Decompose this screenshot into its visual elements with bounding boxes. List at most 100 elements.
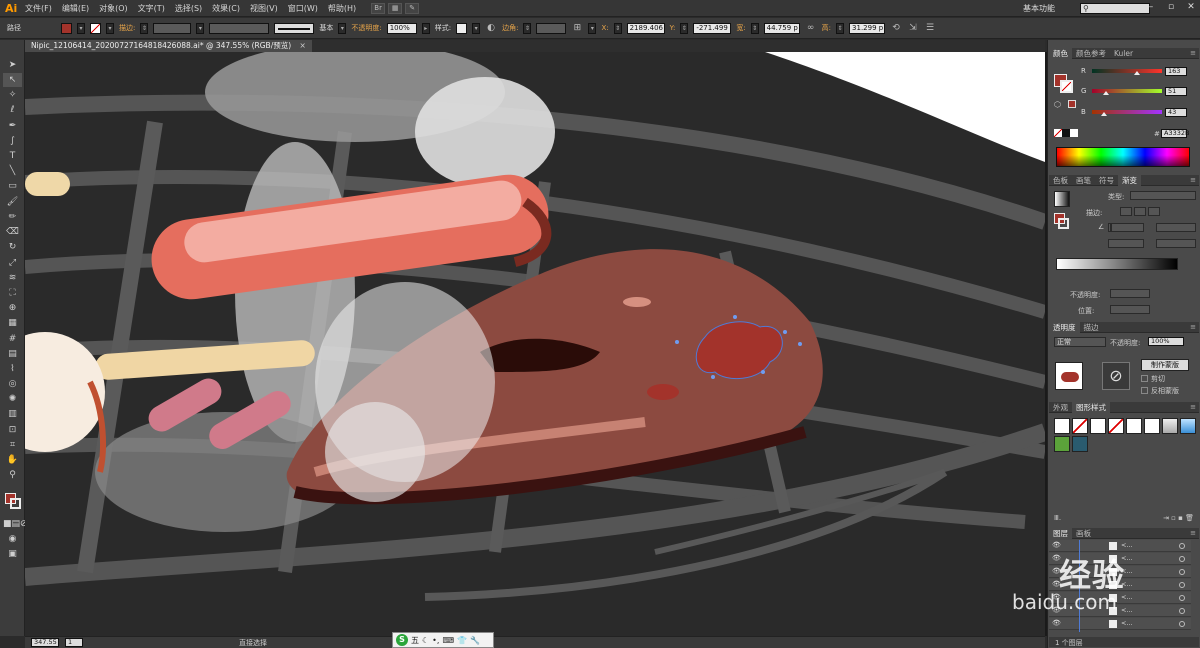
gradient-position-field[interactable] [1110,305,1150,314]
drawing-mode-icon[interactable]: ◉ [3,532,22,546]
menu-view[interactable]: 视图(V) [245,0,283,17]
tab-color-guide[interactable]: 颜色参考 [1072,48,1110,59]
stroke-gradient-btn[interactable] [1134,207,1146,216]
graphic-style-swatch[interactable] [456,22,468,34]
eraser-tool-icon[interactable]: ⌫ [3,225,22,239]
tab-symbols[interactable]: 符号 [1095,175,1118,186]
brush-icon[interactable]: ✎ [405,2,420,14]
eye-icon[interactable]: 👁 [1052,541,1061,549]
corner-field[interactable] [536,22,567,34]
moon-icon[interactable]: ☾ [422,636,429,645]
opacity-field[interactable]: 100% [386,22,417,34]
artboard-canvas[interactable] [25,52,1045,636]
panel-menu-icon[interactable]: ≡ [1190,49,1199,57]
menu-edit[interactable]: 编辑(E) [57,0,94,17]
ime-logo[interactable]: S [396,634,408,646]
tab-gradient[interactable]: 渐变 [1118,174,1141,186]
gradient-tool-icon[interactable]: ▤ [3,347,22,361]
height-field[interactable]: 31.299 p [849,22,886,34]
direct-selection-tool-icon[interactable]: ↖ [3,73,22,87]
graphic-style-swatch[interactable] [1162,418,1178,434]
reference-point-icon[interactable]: ⊞ [571,23,583,34]
eyedropper-tool-icon[interactable]: ⌇ [3,362,22,376]
invert-mask-checkbox[interactable] [1141,387,1148,394]
tab-graphic-styles[interactable]: 图形样式 [1072,401,1110,413]
menu-file[interactable]: 文件(F) [20,0,57,17]
menu-help[interactable]: 帮助(H) [323,0,361,17]
x-stepper[interactable]: ⇕ [613,22,622,34]
tab-color[interactable]: 颜色 [1049,47,1072,59]
panel-menu-icon[interactable]: ≡ [1190,176,1199,184]
tab-swatches[interactable]: 色板 [1049,175,1072,186]
hex-field[interactable]: A3332B [1161,129,1189,138]
green-slider-thumb[interactable] [1103,91,1109,95]
scale-tool-icon[interactable]: ⤢ [3,256,22,270]
stroke-color-icon[interactable] [1058,218,1069,229]
tab-stroke[interactable]: 描边 [1080,322,1103,333]
anchor-point[interactable] [675,340,679,344]
menu-window[interactable]: 窗口(W) [283,0,323,17]
color-mode-icons[interactable]: ■▤⊘ [3,517,28,531]
stroke-dropdown[interactable]: ▾ [106,22,114,34]
blue-slider[interactable] [1092,110,1162,116]
gradient-aspect-select[interactable] [1156,239,1196,248]
screen-mode-icon[interactable]: ▣ [3,547,22,561]
stroke-gradient-btn[interactable] [1120,207,1132,216]
green-value-field[interactable]: 51 [1165,86,1187,96]
tab-appearance[interactable]: 外观 [1049,402,1072,413]
pen-tool-icon[interactable]: ✒ [3,119,22,133]
black-swatch[interactable] [1062,129,1070,137]
tab-kuler[interactable]: Kuler [1110,48,1137,59]
bridge-icon[interactable]: Br [371,2,386,14]
stroke-profile-dropdown[interactable]: ▾ [338,22,347,34]
rectangle-tool-icon[interactable]: ▭ [3,179,22,193]
x-field[interactable]: 2189.406 [626,22,665,34]
graphic-style-dropdown[interactable]: ▾ [472,22,481,34]
punctuation-icon[interactable]: •, [432,636,439,645]
graphic-style-swatch[interactable] [1054,436,1070,452]
blue-slider-thumb[interactable] [1100,112,1107,116]
stroke-color-icon[interactable] [10,498,21,509]
style-actions-icons[interactable]: ⇥ ▫ ▪ 🗑 [1163,514,1194,522]
target-icon[interactable] [1179,608,1185,614]
selection-tool-icon[interactable]: ➤ [3,58,22,72]
rotate-tool-icon[interactable]: ↻ [3,240,22,254]
keyboard-icon[interactable]: ⌨ [442,636,454,645]
target-icon[interactable] [1179,621,1185,627]
workspace-switcher[interactable]: 基本功能 [1023,3,1055,14]
blue-value-field[interactable]: 43 [1165,107,1187,117]
zoom-level-field[interactable]: 347.55 [31,638,59,647]
target-icon[interactable] [1179,556,1185,562]
warp-tool-icon[interactable]: ≋ [3,271,22,285]
constrain-link-icon[interactable]: ∞ [805,23,817,34]
lasso-tool-icon[interactable]: ℓ [3,103,22,117]
transparency-opacity-field[interactable]: 100% [1148,337,1184,346]
gradient-thumbnail[interactable] [1054,191,1070,207]
transform-icon[interactable]: ⟲ [890,23,902,34]
gradient-opacity-field[interactable] [1110,289,1150,298]
blend-tool-icon[interactable]: ◎ [3,377,22,391]
align-dropdown[interactable]: ▾ [588,22,597,34]
graphic-style-swatch[interactable] [1180,418,1196,434]
tab-artboards[interactable]: 画板 [1072,528,1095,539]
brush-definition-preview[interactable] [274,22,315,34]
type-tool-icon[interactable]: T [3,149,22,163]
none-swatch[interactable] [1054,129,1062,137]
arrange-icon[interactable]: ▦ [388,2,403,14]
pencil-tool-icon[interactable]: ✏ [3,210,22,224]
control-panel-menu-icon[interactable]: ☰ [924,23,936,34]
artboard-nav-field[interactable]: 1 [65,638,83,647]
menu-select[interactable]: 选择(S) [170,0,207,17]
minimize-icon[interactable]: – [1146,2,1156,12]
width-field[interactable]: 44.759 p [763,22,800,34]
hand-tool-icon[interactable]: ✋ [3,453,22,467]
free-transform-tool-icon[interactable]: ⛶ [3,286,22,300]
green-slider[interactable] [1092,89,1162,95]
fill-dropdown[interactable]: ▾ [77,22,85,34]
stroke-weight-stepper[interactable]: ⇕ [140,22,149,34]
red-value-field[interactable]: 163 [1165,66,1187,76]
symbol-sprayer-tool-icon[interactable]: ✺ [3,392,22,406]
close-icon[interactable]: ✕ [1186,2,1196,12]
aspect-ratio-field[interactable] [1108,239,1144,248]
stroke-weight-field[interactable] [153,22,192,34]
